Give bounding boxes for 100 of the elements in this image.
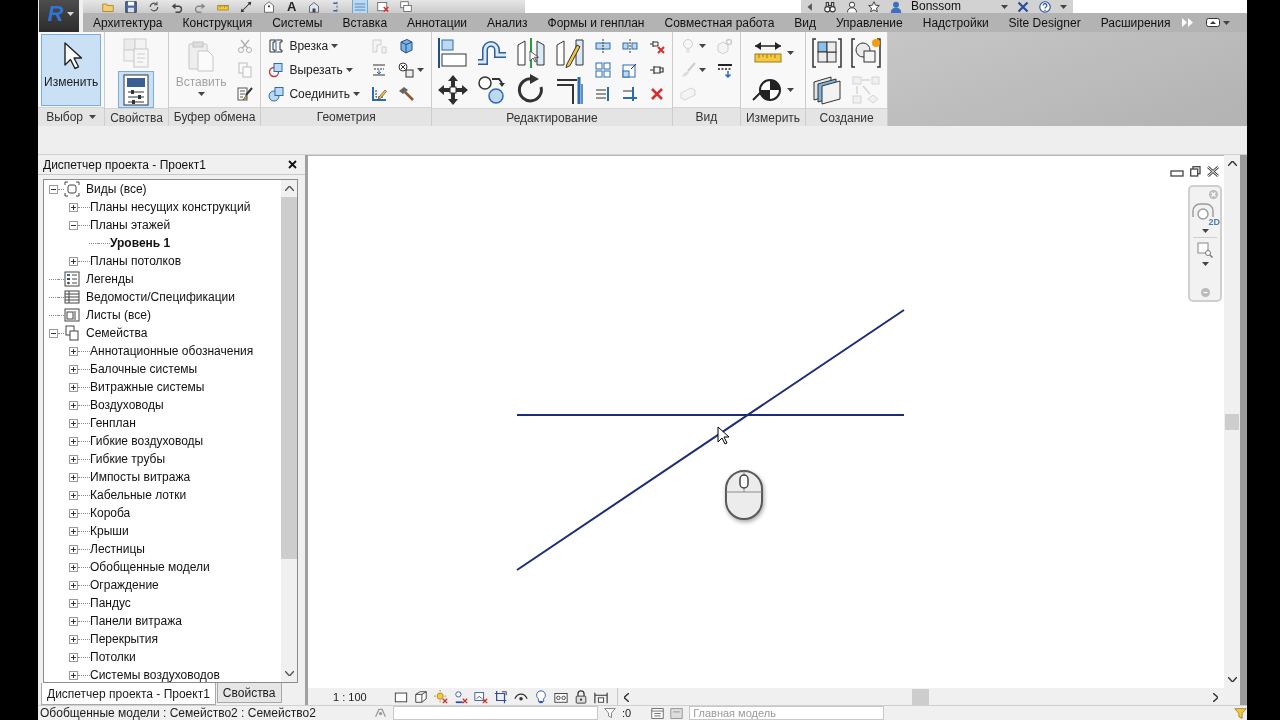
detail-button[interactable]	[393, 690, 408, 704]
expand-icon[interactable]	[69, 652, 78, 662]
expand-icon[interactable]	[69, 616, 78, 626]
input-field[interactable]	[393, 706, 598, 720]
scrollbar-thumb[interactable]	[912, 689, 929, 705]
tree-item[interactable]: Листы (все)	[86, 307, 151, 323]
ribbon-tab[interactable]: Совместная работа	[654, 13, 785, 32]
ribbon-tab[interactable]: Системы	[262, 13, 333, 32]
caret-down-icon[interactable]	[1227, 677, 1237, 682]
reveal-button[interactable]	[553, 690, 568, 704]
ribbon-tab[interactable]: Формы и генплан	[537, 13, 655, 32]
tree-item[interactable]: Перекрытия	[90, 631, 158, 647]
expand-icon[interactable]	[69, 256, 78, 266]
visual-style-button[interactable]	[413, 690, 428, 704]
tree-item[interactable]: Семейства	[86, 325, 148, 341]
view-scale-button[interactable]: 1 : 100	[330, 691, 370, 703]
ribbon-tab[interactable]: Анализ	[477, 13, 538, 32]
collapse-icon[interactable]	[49, 184, 58, 194]
expand-icon[interactable]	[69, 364, 78, 374]
expand-icon[interactable]	[69, 436, 78, 446]
expand-icon[interactable]	[69, 508, 78, 518]
ribbon-tab[interactable]: Расширения	[1090, 13, 1181, 32]
ribbon-tab[interactable]: Site Designer	[998, 13, 1091, 32]
tree-item[interactable]: Генплан	[90, 415, 136, 431]
lock3d-button[interactable]	[573, 690, 588, 704]
restore-button[interactable]	[1189, 165, 1202, 178]
tree-item[interactable]: Лестницы	[90, 541, 145, 557]
caret-up-icon[interactable]	[284, 186, 294, 191]
switch-windows-button[interactable]	[399, 0, 414, 13]
ribbon-tab[interactable]: Надстройки	[912, 13, 999, 32]
binoculars-button[interactable]	[823, 0, 837, 13]
expand-icon[interactable]	[69, 580, 78, 590]
modify-button[interactable]: Изменить	[41, 34, 102, 106]
tree-item[interactable]: Гибкие трубы	[90, 451, 166, 467]
star-button[interactable]	[867, 0, 881, 13]
ribbon-tab[interactable]: Архитектура	[83, 13, 173, 32]
tree-item[interactable]: Балочные системы	[90, 361, 198, 377]
shadows-button[interactable]	[453, 690, 468, 704]
expand-icon[interactable]	[69, 634, 78, 644]
expand-icon[interactable]	[69, 526, 78, 536]
expand-icon[interactable]	[69, 670, 78, 680]
tree-item[interactable]: Системы воздуховодов	[90, 667, 220, 682]
sync-button[interactable]	[147, 0, 161, 13]
render-button[interactable]	[473, 690, 488, 704]
drawing-area[interactable]: 2D	[308, 155, 1224, 688]
tree-item[interactable]: Крыши	[90, 523, 129, 539]
expand-icon[interactable]	[69, 454, 78, 464]
constraints-button[interactable]	[593, 690, 608, 704]
sun-path-button[interactable]	[433, 690, 448, 704]
tree-item[interactable]: Планы потолков	[90, 253, 181, 269]
exchange-button[interactable]	[1016, 0, 1030, 13]
crop-button[interactable]	[493, 690, 508, 704]
expand-icon[interactable]	[69, 202, 78, 212]
tree-item[interactable]: Короба	[90, 505, 131, 521]
properties-button[interactable]	[118, 71, 155, 108]
tree-item[interactable]: Ведомости/Спецификации	[86, 289, 235, 305]
caret-right-icon[interactable]	[1213, 692, 1218, 702]
expand-icon[interactable]	[69, 382, 78, 392]
expand-icon[interactable]	[69, 472, 78, 482]
close-windows-button[interactable]	[376, 0, 391, 13]
ribbon-tab[interactable]: Управление	[826, 13, 913, 32]
scrollbar-thumb[interactable]	[281, 197, 297, 559]
cut-geometry-button[interactable]: Вырезать	[264, 58, 364, 82]
caret-left-icon[interactable]	[624, 692, 629, 702]
steering-wheel-button[interactable]: 2D	[1192, 203, 1218, 225]
tree-item[interactable]: Обобщенные модели	[90, 559, 210, 575]
close-button[interactable]	[1206, 165, 1220, 178]
save-button[interactable]	[124, 0, 138, 13]
zoom-button[interactable]	[1197, 242, 1213, 258]
tree-item[interactable]: Воздуховоды	[90, 397, 164, 413]
tree-item[interactable]: Виды (все)	[86, 181, 147, 197]
text-tool-button[interactable]: A	[285, 0, 299, 13]
hide-temp-button[interactable]	[533, 690, 548, 704]
expand-icon[interactable]	[69, 598, 78, 608]
vertical-scrollbar[interactable]	[281, 180, 297, 682]
tree-item[interactable]: Аннотационные обозначения	[90, 343, 254, 359]
user-name[interactable]: Bonssom	[911, 0, 962, 13]
cope-button[interactable]: Врезка	[264, 34, 364, 58]
ribbon-tab[interactable]: Вставка	[332, 13, 398, 32]
collapse-icon[interactable]	[69, 220, 78, 230]
join-button[interactable]: Соединить	[264, 82, 364, 106]
ribbon-tab[interactable]: Вид	[784, 13, 827, 32]
tree-item[interactable]: Планы этажей	[90, 217, 171, 233]
expand-icon[interactable]	[69, 490, 78, 500]
tree-item[interactable]: Ограждение	[90, 577, 159, 593]
tree-item[interactable]: Панели витража	[90, 613, 182, 629]
expand-icon[interactable]	[69, 544, 78, 554]
tree-item[interactable]: Кабельные лотки	[90, 487, 187, 503]
tree-item[interactable]: Гибкие воздуховоды	[90, 433, 204, 449]
panel-tab[interactable]: Свойства	[216, 683, 282, 703]
subscription-button[interactable]	[845, 0, 859, 13]
tag-button[interactable]	[262, 0, 276, 13]
expand-icon[interactable]	[69, 346, 78, 356]
tree-item[interactable]: Потолки	[90, 649, 136, 665]
expand-icon[interactable]	[69, 562, 78, 572]
help-button[interactable]	[1038, 0, 1052, 13]
tree-item[interactable]: Витражные системы	[90, 379, 205, 395]
ribbon-tab[interactable]: Аннотации	[397, 13, 478, 32]
tree-item[interactable]: Пандус	[90, 595, 131, 611]
expand-icon[interactable]	[69, 418, 78, 428]
